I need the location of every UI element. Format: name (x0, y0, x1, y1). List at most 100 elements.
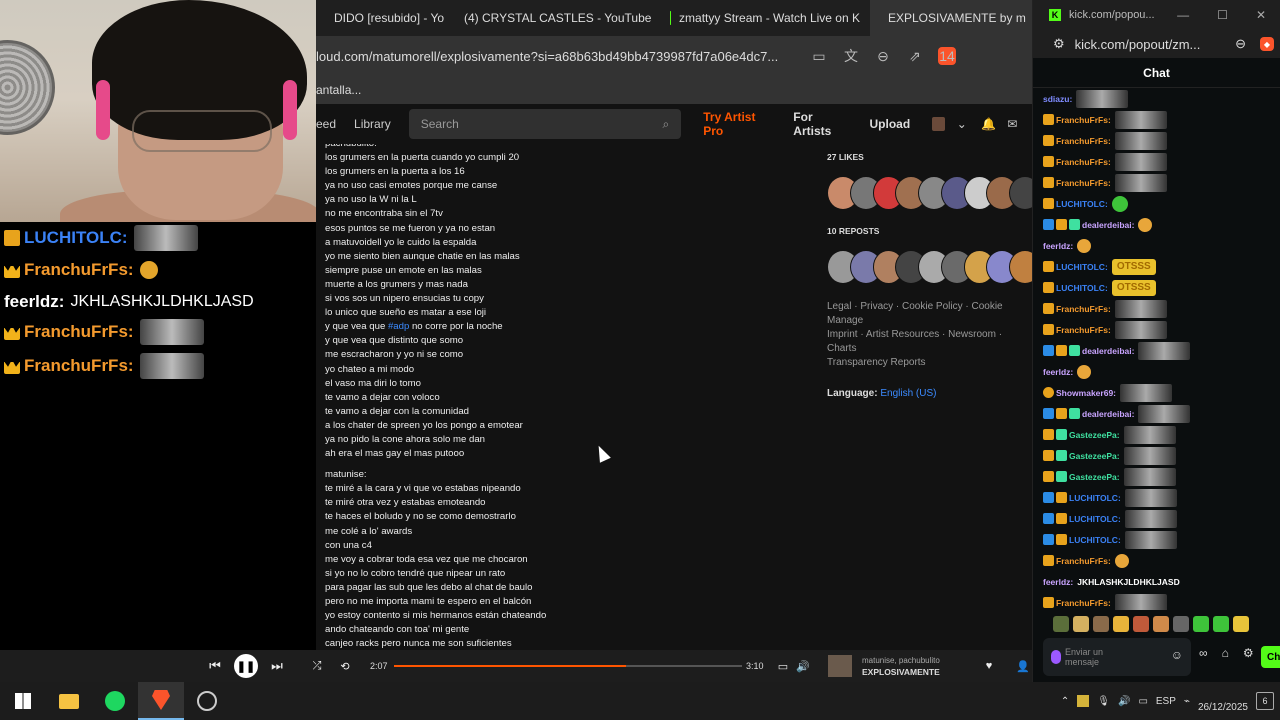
emote-icon[interactable] (1233, 616, 1249, 632)
notifications-icon[interactable]: 6 (1256, 692, 1274, 710)
chat-username[interactable]: sdiazu: (1043, 94, 1072, 104)
chat-username[interactable]: feerldz: (4, 292, 64, 312)
chat-username[interactable]: FranchuFrFs: (1056, 598, 1111, 608)
mic-icon[interactable] (1051, 650, 1061, 664)
try-artist-pro-link[interactable]: Try Artist Pro (703, 110, 771, 138)
for-artists-link[interactable]: For Artists (793, 110, 847, 138)
user-avatar[interactable] (932, 117, 945, 131)
chat-username[interactable]: FranchuFrFs: (24, 356, 134, 376)
follow-user-icon[interactable]: 👤 (1012, 655, 1034, 677)
upload-link[interactable]: Upload (870, 117, 911, 131)
chat-username[interactable]: GastezeePa: (1069, 472, 1120, 482)
windows-start-icon[interactable] (0, 682, 46, 720)
previous-icon[interactable]: ⏮ (204, 655, 226, 677)
chat-username[interactable]: FranchuFrFs: (24, 260, 134, 280)
browser-tab[interactable]: (4) CRYSTAL CASTLES - YouTube (446, 0, 660, 36)
chat-username[interactable]: dealerdeibai: (1082, 220, 1134, 230)
popup-address-bar[interactable]: ⚙ kick.com/popout/zm... ⊖ ◆ (1033, 30, 1280, 58)
emoji-icon[interactable]: ☺ (1171, 649, 1183, 661)
chat-username[interactable]: FranchuFrFs: (1056, 115, 1111, 125)
microphone-icon[interactable]: 🎙 (1097, 696, 1110, 707)
hashtag-link[interactable]: #adp (388, 321, 409, 332)
settings-gear-icon[interactable]: ⚙ (1243, 646, 1254, 660)
brave-shields-icon[interactable]: ◆ (1260, 37, 1274, 51)
brave-shields-icon[interactable]: 14 (938, 47, 956, 65)
emote-icon[interactable] (1113, 616, 1129, 632)
progress-bar[interactable] (394, 665, 742, 667)
chat-username[interactable]: dealerdeibai: (1082, 346, 1134, 356)
chat-username[interactable]: FranchuFrFs: (1056, 157, 1111, 167)
search-icon[interactable]: ⌕ (663, 117, 670, 132)
obs-studio-icon[interactable] (184, 682, 230, 720)
send-chat-button[interactable]: Ch (1261, 646, 1280, 668)
next-icon[interactable]: ⏭ (266, 655, 288, 677)
zoom-icon[interactable]: ⊖ (874, 47, 892, 65)
usb-icon[interactable]: ⌁ (1184, 696, 1190, 707)
emote-icon[interactable] (1173, 616, 1189, 632)
language-value[interactable]: English (US) (880, 388, 936, 399)
share-icon[interactable]: ⇗ (906, 47, 924, 65)
emote-icon[interactable] (1213, 616, 1229, 632)
brave-browser-icon[interactable] (138, 682, 184, 720)
pause-button[interactable]: ❚❚ (234, 654, 258, 678)
chat-username[interactable]: feerldz: (1043, 367, 1073, 377)
search-input[interactable]: Search ⌕ (408, 109, 682, 139)
chat-username[interactable]: LUCHITOLC: (1056, 262, 1108, 272)
footer-line[interactable]: Imprint · Artist Resources · Newsroom · … (827, 328, 1032, 356)
chat-username[interactable]: feerldz: (1043, 241, 1073, 251)
chat-username[interactable]: LUCHITOLC: (1056, 283, 1108, 293)
footer-line[interactable]: Transparency Reports (827, 356, 1032, 370)
maximize-icon[interactable]: ☐ (1217, 8, 1228, 22)
emote-icon[interactable] (1093, 616, 1109, 632)
messages-icon[interactable]: ✉ (1007, 117, 1020, 131)
popup-url[interactable]: kick.com/popout/zm... (1075, 37, 1201, 52)
input-language[interactable]: ESP (1156, 696, 1176, 707)
nav-library[interactable]: Library (354, 117, 391, 131)
emote-icon[interactable] (1073, 616, 1089, 632)
volume-icon[interactable]: 🔊 (1118, 696, 1130, 707)
chat-username[interactable]: LUCHITOLC: (1056, 199, 1108, 209)
chat-username[interactable]: LUCHITOLC: (1069, 535, 1121, 545)
translate-icon[interactable]: 文 (842, 47, 860, 65)
track-artwork[interactable] (828, 655, 852, 677)
network-icon[interactable]: ▭ (1138, 696, 1147, 707)
store-icon[interactable]: ⌂ (1222, 646, 1229, 660)
emote-icon[interactable] (1153, 616, 1169, 632)
browser-tab[interactable]: zmattyy Stream - Watch Live on K (660, 0, 870, 36)
chat-username[interactable]: dealerdeibai: (1082, 409, 1134, 419)
bookmark-item[interactable]: antalla... (316, 83, 361, 97)
chat-username[interactable]: FranchuFrFs: (1056, 325, 1111, 335)
chat-username[interactable]: FranchuFrFs: (1056, 178, 1111, 188)
chat-username[interactable]: feerldz: (1043, 577, 1073, 587)
install-app-icon[interactable]: ▭ (810, 47, 828, 65)
minimize-icon[interactable]: — (1177, 8, 1189, 22)
clock[interactable]: 26/12/2025 (1198, 687, 1248, 715)
file-explorer-icon[interactable] (46, 682, 92, 720)
browser-tab[interactable]: EXPLOSIVAMENTE by m (870, 0, 1032, 36)
chat-username[interactable]: LUCHITOLC: (1069, 514, 1121, 524)
chat-username[interactable]: GastezeePa: (1069, 430, 1120, 440)
notification-bell-icon[interactable]: 🔔 (981, 117, 996, 131)
address-bar[interactable]: loud.com/matumorell/explosivamente?si=a6… (316, 36, 1032, 76)
emote-icon[interactable] (1193, 616, 1209, 632)
footer-line[interactable]: Legal · Privacy · Cookie Policy · Cookie… (827, 300, 1032, 328)
close-icon[interactable]: ✕ (1256, 8, 1266, 22)
queue-icon[interactable]: ▭ (772, 655, 794, 677)
spotify-icon[interactable] (92, 682, 138, 720)
zoom-icon[interactable]: ⊖ (1235, 36, 1246, 52)
chat-input[interactable]: Enviar un mensaje ☺ (1043, 638, 1191, 676)
chat-username[interactable]: LUCHITOLC: (1069, 493, 1121, 503)
browser-tab[interactable]: DIDO [resubido] - Yo (316, 0, 446, 36)
like-heart-icon[interactable]: ♥ (978, 655, 1000, 677)
reposts-count[interactable]: 10 REPOSTS (827, 226, 1032, 240)
chat-username[interactable]: FranchuFrFs: (24, 322, 134, 342)
chevron-down-icon[interactable]: ⌄ (957, 117, 970, 131)
chat-username[interactable]: LUCHITOLC: (24, 228, 128, 248)
chat-username[interactable]: FranchuFrFs: (1056, 556, 1111, 566)
volume-icon[interactable]: 🔊 (792, 655, 814, 677)
track-title[interactable]: EXPLOSIVAMENTE (862, 667, 940, 677)
shuffle-icon[interactable]: ⤮ (306, 655, 328, 677)
track-artist[interactable]: matunise, pachubulito (862, 656, 940, 665)
connections-icon[interactable]: ∞ (1199, 646, 1208, 660)
emote-icon[interactable] (1133, 616, 1149, 632)
